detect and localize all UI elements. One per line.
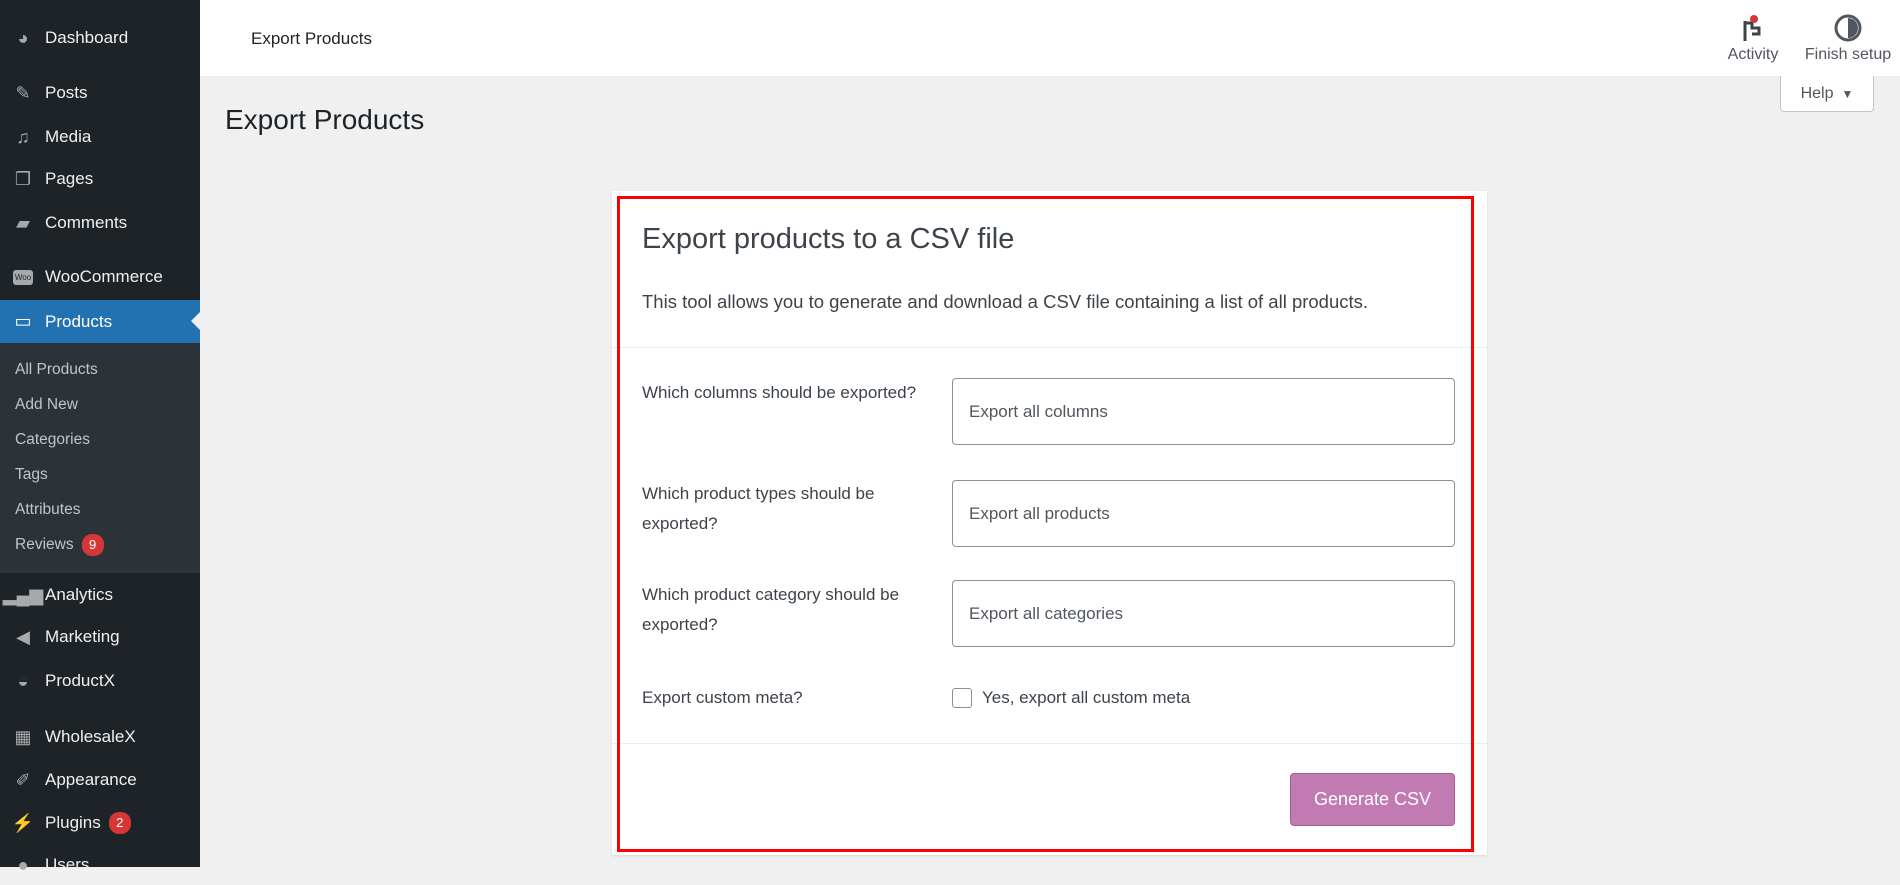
menu-plugins[interactable]: ⚡ Plugins 2 bbox=[0, 803, 200, 843]
product-types-label: Which product types should be exported? bbox=[642, 484, 875, 533]
half-circle-icon bbox=[1798, 10, 1898, 46]
cart-icon: ▦ bbox=[14, 726, 32, 747]
divider bbox=[612, 743, 1487, 744]
plugin-icon: ⚡ bbox=[11, 812, 35, 833]
header-title: Export Products bbox=[251, 29, 372, 48]
finish-setup-button[interactable]: Finish setup bbox=[1798, 10, 1898, 64]
columns-select[interactable]: Export all columns bbox=[952, 378, 1455, 445]
product-types-select[interactable]: Export all products bbox=[952, 480, 1455, 547]
archive-icon: ▭ bbox=[14, 311, 32, 331]
menu-wholesalex[interactable]: ▦ WholesaleX bbox=[0, 717, 200, 757]
menu-products[interactable]: ▭ Products bbox=[0, 300, 200, 343]
admin-sidebar: ◕ Dashboard ✎ Posts ♫ Media ❐ Pages ▰ Comment… bbox=[0, 0, 200, 875]
menu-pages[interactable]: ❐ Pages bbox=[0, 159, 200, 199]
submenu-tags[interactable]: Tags bbox=[15, 466, 48, 484]
submenu-categories[interactable]: Categories bbox=[15, 431, 90, 449]
card-description: This tool allows you to generate and dow… bbox=[642, 291, 1369, 312]
export-card: Export products to a CSV file This tool … bbox=[612, 191, 1487, 855]
custom-meta-checkbox[interactable]: Yes, export all custom meta bbox=[952, 688, 1190, 708]
custom-meta-label: Export custom meta? bbox=[642, 688, 803, 707]
pages-icon: ❐ bbox=[14, 168, 32, 189]
menu-media[interactable]: ♫ Media bbox=[0, 117, 200, 157]
page-title: Export Products bbox=[225, 104, 425, 135]
menu-appearance[interactable]: ✐ Appearance bbox=[0, 760, 200, 800]
category-label: Which product category should be exporte… bbox=[642, 585, 900, 634]
megaphone-icon: ◀ bbox=[16, 626, 30, 647]
category-select[interactable]: Export all categories bbox=[952, 580, 1455, 647]
checkbox[interactable] bbox=[952, 688, 972, 708]
plugins-count-badge: 2 bbox=[108, 812, 131, 834]
menu-woocommerce[interactable]: Woo WooCommerce bbox=[0, 257, 200, 297]
pin-icon: ✎ bbox=[15, 82, 31, 103]
flag-icon bbox=[1708, 10, 1798, 46]
media-icon: ♫ bbox=[16, 126, 30, 147]
divider bbox=[612, 347, 1487, 348]
comment-icon: ▰ bbox=[16, 212, 30, 233]
caret-down-icon: ▼ bbox=[1841, 86, 1854, 101]
woo-icon: Woo bbox=[11, 265, 35, 289]
menu-marketing[interactable]: ◀ Marketing bbox=[0, 617, 200, 657]
products-submenu: All Products Add New Categories Tags Att… bbox=[0, 343, 200, 573]
submenu-all-products[interactable]: All Products bbox=[15, 361, 98, 379]
submenu-attributes[interactable]: Attributes bbox=[15, 501, 80, 519]
columns-label: Which columns should be exported? bbox=[642, 383, 917, 402]
menu-productx[interactable]: ◒ ProductX bbox=[0, 661, 200, 701]
submenu-reviews[interactable]: Reviews 9 bbox=[15, 534, 104, 556]
menu-dashboard[interactable]: ◕ Dashboard bbox=[0, 18, 200, 58]
menu-analytics[interactable]: ▂▄▆ Analytics bbox=[0, 575, 200, 615]
menu-users[interactable]: ● Users bbox=[0, 845, 200, 885]
top-header: Export Products Activity Finish setup bbox=[200, 0, 1900, 76]
submenu-add-new[interactable]: Add New bbox=[15, 396, 78, 414]
bar-chart-icon: ▂▄▆ bbox=[2, 584, 44, 605]
menu-posts[interactable]: ✎ Posts bbox=[0, 73, 200, 113]
card-title: Export products to a CSV file bbox=[642, 223, 1015, 255]
activity-button[interactable]: Activity bbox=[1708, 10, 1798, 64]
basket-icon: ◒ bbox=[17, 670, 29, 691]
reviews-count-badge: 9 bbox=[81, 534, 104, 556]
user-icon: ● bbox=[17, 854, 29, 875]
brush-icon: ✐ bbox=[15, 769, 31, 790]
help-tab-button[interactable]: Help ▼ bbox=[1780, 76, 1874, 112]
generate-csv-button[interactable]: Generate CSV bbox=[1290, 773, 1455, 826]
menu-comments[interactable]: ▰ Comments bbox=[0, 203, 200, 243]
dashboard-icon: ◕ bbox=[17, 27, 29, 48]
